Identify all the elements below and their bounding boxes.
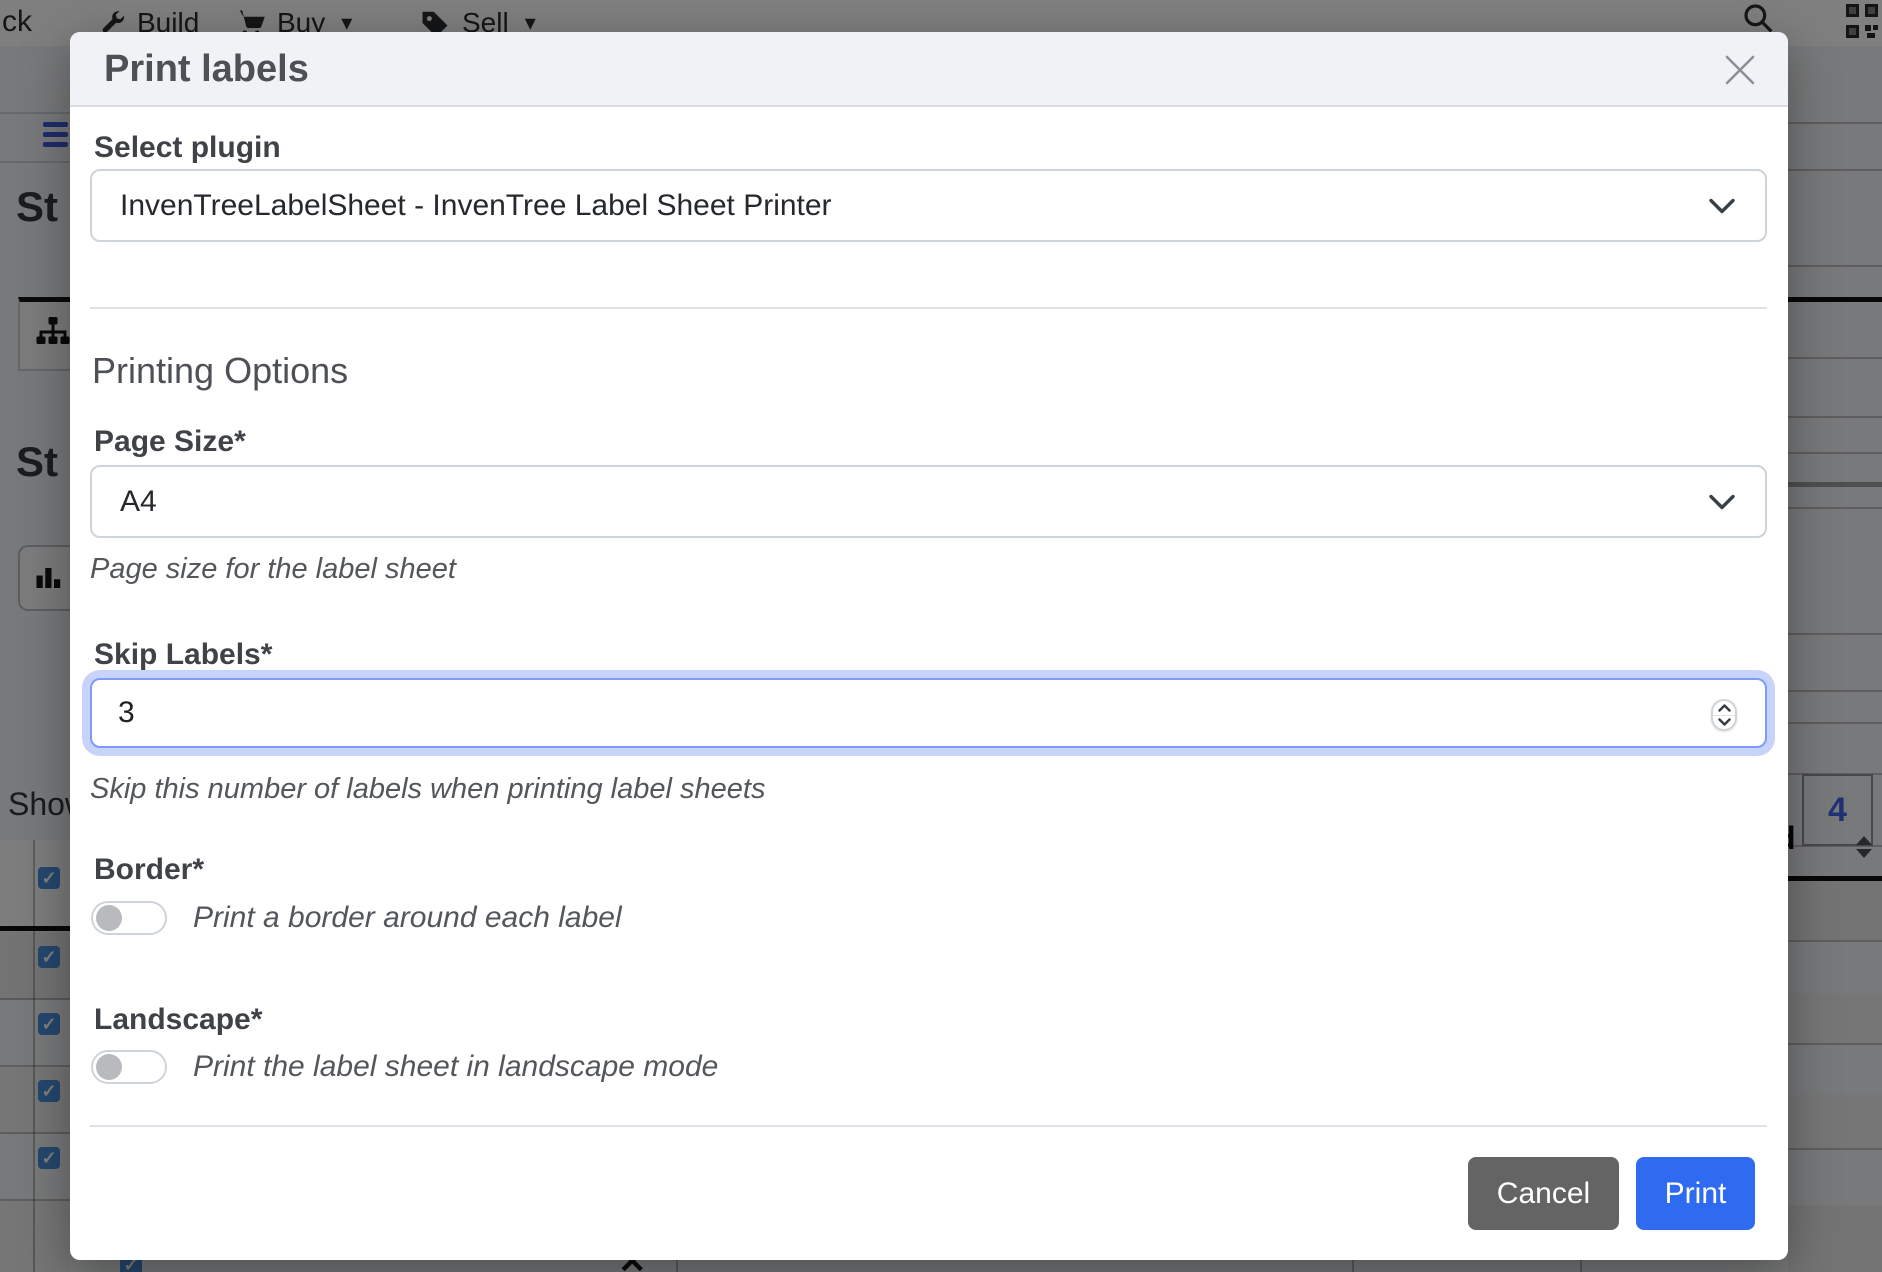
border-toggle[interactable]	[91, 901, 167, 935]
close-icon	[1720, 50, 1760, 90]
skip-labels-input-wrapper	[90, 678, 1767, 748]
landscape-label: Landscape*	[94, 1003, 262, 1037]
border-label: Border*	[94, 853, 204, 887]
page-size-select[interactable]: A4	[90, 465, 1767, 538]
plugin-select-value: InvenTreeLabelSheet - InvenTree Label Sh…	[120, 189, 832, 223]
page-size-label: Page Size*	[94, 425, 246, 459]
number-spinner[interactable]	[1711, 699, 1737, 731]
printing-options-title: Printing Options	[92, 350, 348, 392]
chevron-up-icon	[1718, 704, 1731, 712]
print-labels-modal: Print labels Select plugin InvenTreeLabe…	[70, 32, 1788, 1260]
border-toggle-help: Print a border around each label	[193, 901, 622, 935]
landscape-toggle-help: Print the label sheet in landscape mode	[193, 1050, 718, 1084]
landscape-toggle[interactable]	[91, 1050, 167, 1084]
print-button[interactable]: Print	[1636, 1157, 1755, 1230]
footer-divider	[90, 1125, 1767, 1127]
close-button[interactable]	[1720, 50, 1760, 90]
page-size-help: Page size for the label sheet	[90, 553, 456, 586]
skip-labels-label: Skip Labels*	[94, 638, 272, 672]
section-divider	[90, 307, 1767, 309]
chevron-down-icon	[1709, 198, 1735, 213]
chevron-down-icon	[1718, 718, 1731, 726]
chevron-down-icon	[1709, 494, 1735, 509]
page-size-select-value: A4	[120, 485, 157, 519]
skip-labels-input[interactable]	[118, 680, 1678, 746]
plugin-select[interactable]: InvenTreeLabelSheet - InvenTree Label Sh…	[90, 169, 1767, 242]
skip-labels-help: Skip this number of labels when printing…	[90, 773, 765, 806]
modal-title: Print labels	[104, 48, 309, 91]
modal-header: Print labels	[70, 32, 1788, 107]
plugin-field-label: Select plugin	[94, 131, 281, 165]
cancel-button[interactable]: Cancel	[1468, 1157, 1619, 1230]
